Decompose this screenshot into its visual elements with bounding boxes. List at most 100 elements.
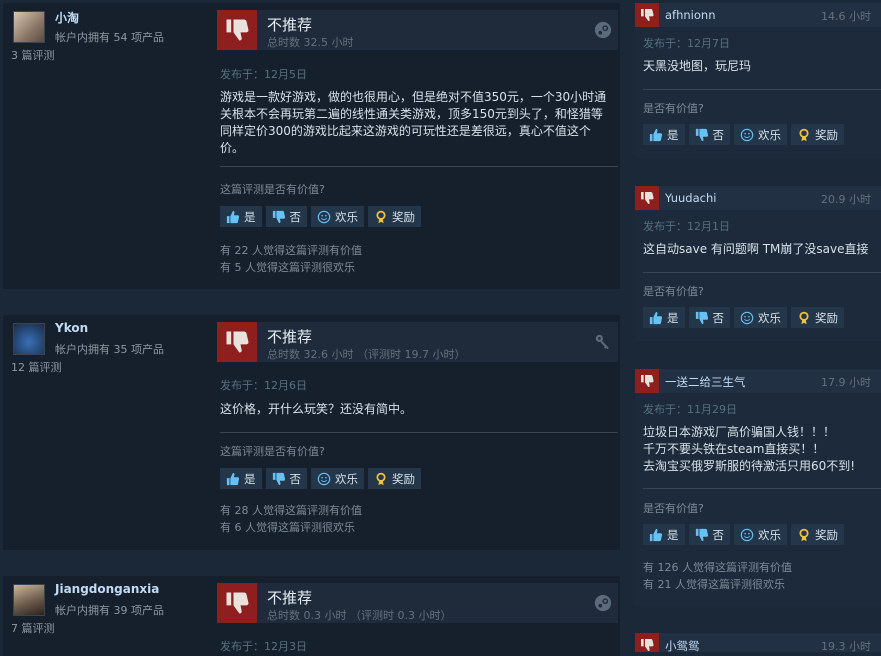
review-verdict: 不推荐 <box>267 589 313 607</box>
thumbs-down-icon <box>217 322 257 362</box>
thumbs-up-icon <box>226 210 240 223</box>
helpful-question: 是否有价值? <box>643 102 704 115</box>
posted-date: 发布于：11月29日 <box>643 403 737 416</box>
funny-count: 有 5 人觉得这篇评测很欢乐 <box>220 261 355 274</box>
vote-yes-button[interactable]: 是 <box>643 307 685 328</box>
author-review-count[interactable]: 7 篇评测 <box>11 620 55 636</box>
review-card: 小淘 帐户内拥有 54 项产品 3 篇评测 不推荐 总时数 32.5 小时 发布… <box>3 3 620 289</box>
smiley-icon <box>740 128 754 141</box>
vote-no-button[interactable]: 否 <box>265 468 307 489</box>
vote-no-button[interactable]: 否 <box>688 307 730 328</box>
side-review-header[interactable]: Yuudachi 20.9 小时 <box>635 186 881 210</box>
vote-yes-button[interactable]: 是 <box>643 124 685 145</box>
award-icon <box>799 528 809 541</box>
author-name[interactable]: Yuudachi <box>665 191 716 205</box>
funny-count: 有 6 人觉得这篇评测很欢乐 <box>220 521 355 534</box>
vote-no-button[interactable]: 否 <box>688 524 730 545</box>
review-content: 天黑没地图，玩尼玛 <box>643 58 881 75</box>
smiley-icon <box>740 311 754 324</box>
side-review-card: 小鸳鸳 19.3 小时 <box>635 633 881 652</box>
author-review-count[interactable]: 3 篇评测 <box>11 47 55 63</box>
smiley-icon <box>317 472 331 485</box>
award-button[interactable]: 奖励 <box>368 468 421 489</box>
smiley-icon <box>740 528 754 541</box>
vote-funny-button[interactable]: 欢乐 <box>734 524 787 545</box>
award-button[interactable]: 奖励 <box>791 524 844 545</box>
review-content: 这价格，开什么玩笑？还没有简中。 <box>220 402 413 416</box>
reviews-column: 小淘 帐户内拥有 54 项产品 3 篇评测 不推荐 总时数 32.5 小时 发布… <box>0 0 620 656</box>
author-products: 帐户内拥有 54 项产品 <box>55 31 164 44</box>
helpful-count: 有 126 人觉得这篇评测有价值 <box>643 561 792 574</box>
helpful-count: 有 22 人觉得这篇评测有价值 <box>220 244 362 257</box>
award-icon <box>376 210 386 223</box>
thumbs-down-icon <box>635 633 659 652</box>
review-card: Ykon 帐户内拥有 35 项产品 12 篇评测 不推荐 总时数 32.6 小时… <box>3 315 620 550</box>
vote-yes-button[interactable]: 是 <box>643 524 685 545</box>
vote-buttons: 是 否 欢乐 奖励 <box>220 206 421 227</box>
thumbs-down-icon <box>635 186 659 210</box>
side-review-header[interactable]: afhnionn 14.6 小时 <box>635 3 881 27</box>
content-line: 千万不要头铁在steam直接买！！ <box>643 442 825 456</box>
posted-date: 发布于：12月6日 <box>220 379 307 392</box>
vote-buttons: 是 否 欢乐 奖励 <box>643 307 844 328</box>
vote-no-button[interactable]: 否 <box>688 124 730 145</box>
side-review-header[interactable]: 一送二给三生气 17.9 小时 <box>635 369 881 393</box>
divider <box>643 488 881 489</box>
thumbs-down-icon <box>217 10 257 50</box>
author-review-count[interactable]: 12 篇评测 <box>11 359 62 375</box>
vote-yes-button[interactable]: 是 <box>220 206 262 227</box>
helpful-count: 有 28 人觉得这篇评测有价值 <box>220 504 362 517</box>
author-name[interactable]: Ykon <box>55 321 88 335</box>
content-line: 天黑没地图，玩尼玛 <box>643 59 752 73</box>
side-review-card: afhnionn 14.6 小时 发布于：12月7日 天黑没地图，玩尼玛 是否有… <box>635 3 881 158</box>
author-name[interactable]: 一送二给三生气 <box>665 374 746 390</box>
divider <box>643 89 881 90</box>
vote-no-button[interactable]: 否 <box>265 206 307 227</box>
vote-header[interactable]: 不推荐 总时数 32.6 小时 （评测时 19.7 小时） <box>217 322 618 362</box>
review-verdict: 不推荐 <box>267 328 313 346</box>
author-name[interactable]: 小淘 <box>55 9 79 26</box>
thumbs-up-icon <box>649 528 663 541</box>
thumbs-down-icon <box>695 528 708 541</box>
vote-header[interactable]: 不推荐 总时数 0.3 小时 （评测时 0.3 小时） <box>217 583 618 623</box>
vote-funny-button[interactable]: 欢乐 <box>311 206 364 227</box>
vote-funny-button[interactable]: 欢乐 <box>734 307 787 328</box>
author-name[interactable]: Jiangdonganxia <box>55 582 159 596</box>
thumbs-down-icon <box>635 3 659 27</box>
award-button[interactable]: 奖励 <box>368 206 421 227</box>
vote-yes-button[interactable]: 是 <box>220 468 262 489</box>
award-button[interactable]: 奖励 <box>791 124 844 145</box>
vote-funny-button[interactable]: 欢乐 <box>311 468 364 489</box>
vote-buttons: 是 否 欢乐 奖励 <box>643 124 844 145</box>
author-name[interactable]: 小鸳鸳 <box>665 638 700 652</box>
thumbs-down-icon <box>695 128 708 141</box>
avatar[interactable] <box>13 11 45 43</box>
side-review-header[interactable]: 小鸳鸳 19.3 小时 <box>635 633 881 652</box>
helpful-stats: 有 28 人觉得这篇评测有价值 有 6 人觉得这篇评测很欢乐 <box>220 502 362 536</box>
side-review-card: 一送二给三生气 17.9 小时 发布于：11月29日 垃圾日本游戏厂高价骗国人钱… <box>635 369 881 607</box>
divider <box>643 272 881 273</box>
playtime: 19.3 小时 <box>821 640 871 652</box>
playtime: 总时数 0.3 小时 （评测时 0.3 小时） <box>267 609 452 622</box>
side-review-card: Yuudachi 20.9 小时 发布于：12月1日 这自动save 有问题啊 … <box>635 186 881 341</box>
vote-buttons: 是 否 欢乐 奖励 <box>220 468 421 489</box>
smiley-icon <box>317 210 331 223</box>
avatar[interactable] <box>13 584 45 616</box>
avatar[interactable] <box>13 323 45 355</box>
author-name[interactable]: afhnionn <box>665 8 715 22</box>
thumbs-up-icon <box>649 128 663 141</box>
award-icon <box>799 311 809 324</box>
playtime: 17.9 小时 <box>821 376 871 389</box>
vote-funny-button[interactable]: 欢乐 <box>734 124 787 145</box>
helpful-stats: 有 126 人觉得这篇评测有价值 有 21 人觉得这篇评测很欢乐 <box>643 559 792 593</box>
helpful-question: 这篇评测是否有价值? <box>220 445 325 458</box>
thumbs-up-icon <box>226 472 240 485</box>
playtime: 20.9 小时 <box>821 193 871 206</box>
thumbs-down-icon <box>217 583 257 623</box>
posted-date: 发布于：12月7日 <box>643 37 730 50</box>
recent-reviews-column: afhnionn 14.6 小时 发布于：12月7日 天黑没地图，玩尼玛 是否有… <box>628 0 881 652</box>
content-line: 垃圾日本游戏厂高价骗国人钱！！！ <box>643 425 836 439</box>
vote-header[interactable]: 不推荐 总时数 32.5 小时 <box>217 10 618 50</box>
award-button[interactable]: 奖励 <box>791 307 844 328</box>
review-content: 这自动save 有问题啊 TM崩了没save直接 <box>643 241 881 258</box>
